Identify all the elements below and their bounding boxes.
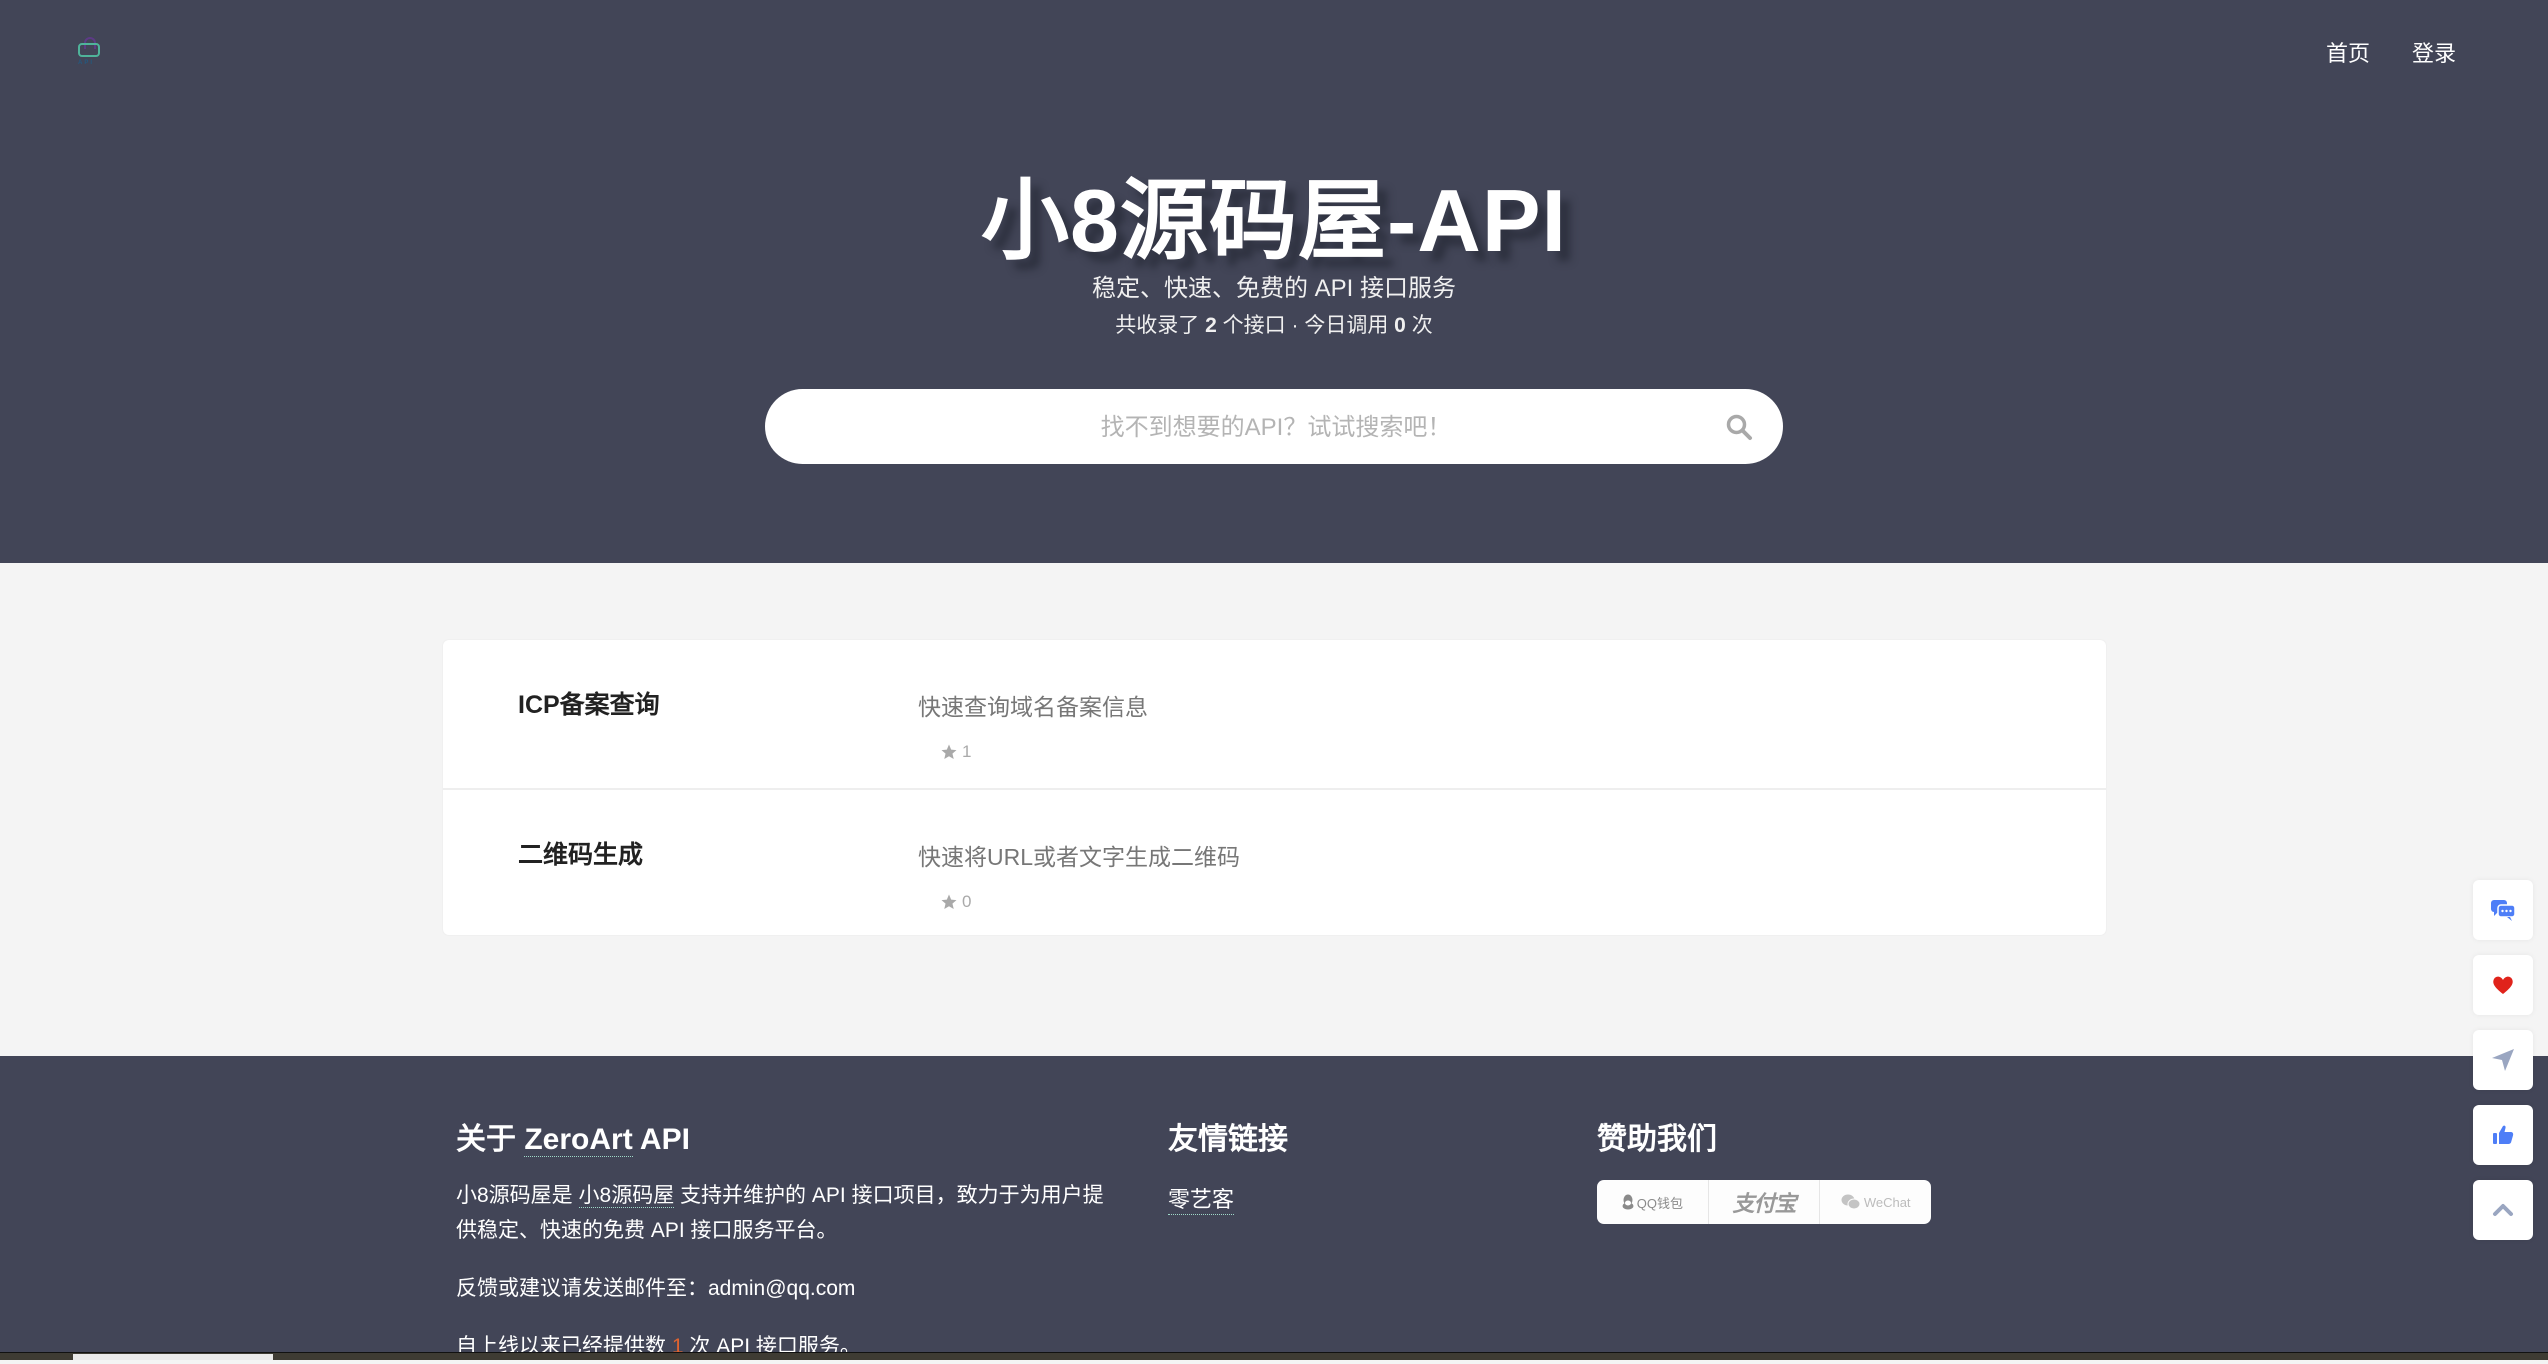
chevron-up-icon xyxy=(2493,1204,2513,1216)
about-description: 小8源码屋是 小8源码屋 支持并维护的 API 接口项目，致力于为用户提供稳定、… xyxy=(456,1178,1116,1248)
horizontal-scrollbar[interactable] xyxy=(73,1354,273,1360)
about-title-link[interactable]: ZeroArt xyxy=(524,1123,633,1157)
stats-suffix: 次 xyxy=(1411,314,1433,337)
contact-email-link[interactable]: admin@qq.com xyxy=(708,1277,855,1300)
search-icon[interactable] xyxy=(1725,413,1753,441)
api-count: 2 xyxy=(1205,314,1217,337)
api-list: ICP备案查询 快速查询域名备案信息 1 二维码生成 快速将URL或者文字生成二… xyxy=(443,640,2106,935)
heart-icon xyxy=(2493,976,2513,994)
top-nav: 首页 登录 xyxy=(2326,36,2456,68)
star-count: 0 xyxy=(962,892,972,911)
thumbs-up-icon xyxy=(2493,1125,2514,1144)
stats-middle: 个接口 · 今日调用 xyxy=(1222,314,1389,337)
alipay-logo: 支付宝 xyxy=(1732,1191,1797,1216)
search-box xyxy=(765,389,1787,466)
api-list-section: ICP备案查询 快速查询域名备案信息 1 二维码生成 快速将URL或者文字生成二… xyxy=(0,563,2548,1056)
site-subtitle: 稳定、快速、免费的 API 接口服务 xyxy=(1091,275,1457,302)
friend-links-title: 友情链接 xyxy=(1168,1123,1288,1156)
wechat-label: WeChat xyxy=(1863,1194,1911,1210)
wechat-icon xyxy=(1841,1194,1861,1210)
logo-text: API xyxy=(78,60,95,66)
qq-penguin-icon xyxy=(1622,1194,1634,1210)
chat-button[interactable] xyxy=(2473,880,2533,940)
about-contact: 反馈或建议请发送邮件至：admin@qq.com xyxy=(456,1271,1116,1306)
api-list-item[interactable]: ICP备案查询 快速查询域名备案信息 1 xyxy=(443,640,2106,790)
logo-cube-icon xyxy=(78,43,100,57)
hero-header: API 首页 登录 小8源码屋-API 稳定、快速、免费的 API 接口服务 共… xyxy=(0,0,2548,563)
footer-sponsor: 赞助我们 QQ钱包 支付宝 WeChat xyxy=(1597,1114,1931,1224)
floating-toolbar xyxy=(2473,880,2533,1240)
like-button[interactable] xyxy=(2473,1105,2533,1165)
contact-prefix: 反馈或建议请发送邮件至： xyxy=(456,1277,708,1300)
site-stats: 共收录了 2 个接口 · 今日调用 0 次 xyxy=(0,309,2548,339)
friend-link-item[interactable]: 零艺客 xyxy=(1168,1182,1235,1215)
footer: 关于 ZeroArt API 小8源码屋是 小8源码屋 支持并维护的 API 接… xyxy=(0,1056,2548,1358)
favorite-button[interactable] xyxy=(2473,955,2533,1015)
sponsor-alipay[interactable]: 支付宝 xyxy=(1709,1180,1821,1224)
sponsor-title: 赞助我们 xyxy=(1597,1123,1717,1156)
star-icon xyxy=(941,744,957,759)
chat-bubbles-icon xyxy=(2491,900,2516,921)
api-stars: 0 xyxy=(940,892,971,912)
paper-plane-icon xyxy=(2492,1049,2514,1071)
back-to-top-button[interactable] xyxy=(2473,1180,2533,1240)
nav-login-link[interactable]: 登录 xyxy=(2412,36,2456,68)
about-title-suffix: API xyxy=(639,1123,690,1156)
stats-prefix: 共收录了 xyxy=(1115,314,1200,337)
footer-about: 关于 ZeroArt API 小8源码屋是 小8源码屋 支持并维护的 API 接… xyxy=(456,1114,1116,1364)
today-calls: 0 xyxy=(1394,314,1406,337)
qq-wallet-label: QQ钱包 xyxy=(1636,1195,1683,1211)
api-description: 快速将URL或者文字生成二维码 xyxy=(918,844,1241,870)
site-title: 小8源码屋-API xyxy=(981,171,1567,270)
api-name[interactable]: ICP备案查询 xyxy=(518,685,660,721)
site-logo[interactable]: API xyxy=(76,36,100,66)
share-button[interactable] xyxy=(2473,1030,2533,1090)
api-list-item[interactable]: 二维码生成 快速将URL或者文字生成二维码 0 xyxy=(443,790,2106,935)
search-input[interactable] xyxy=(765,389,1787,466)
sponsor-wechat[interactable]: WeChat xyxy=(1820,1180,1931,1224)
api-description: 快速查询域名备案信息 xyxy=(918,694,1148,720)
footer-friend-links: 友情链接 零艺客 xyxy=(1168,1114,1288,1215)
sponsor-qq-wallet[interactable]: QQ钱包 xyxy=(1597,1180,1709,1224)
about-title: 关于 ZeroArt API xyxy=(456,1114,1116,1158)
api-stars: 1 xyxy=(940,742,971,762)
star-icon xyxy=(941,894,957,909)
star-count: 1 xyxy=(962,742,972,761)
sponsor-payment-methods: QQ钱包 支付宝 WeChat xyxy=(1597,1180,1931,1224)
about-owner-link[interactable]: 小8源码屋 xyxy=(578,1184,675,1208)
about-title-prefix: 关于 xyxy=(456,1123,516,1156)
about-desc-prefix: 小8源码屋是 xyxy=(456,1184,573,1207)
nav-home-link[interactable]: 首页 xyxy=(2326,36,2370,68)
api-name[interactable]: 二维码生成 xyxy=(518,835,643,871)
